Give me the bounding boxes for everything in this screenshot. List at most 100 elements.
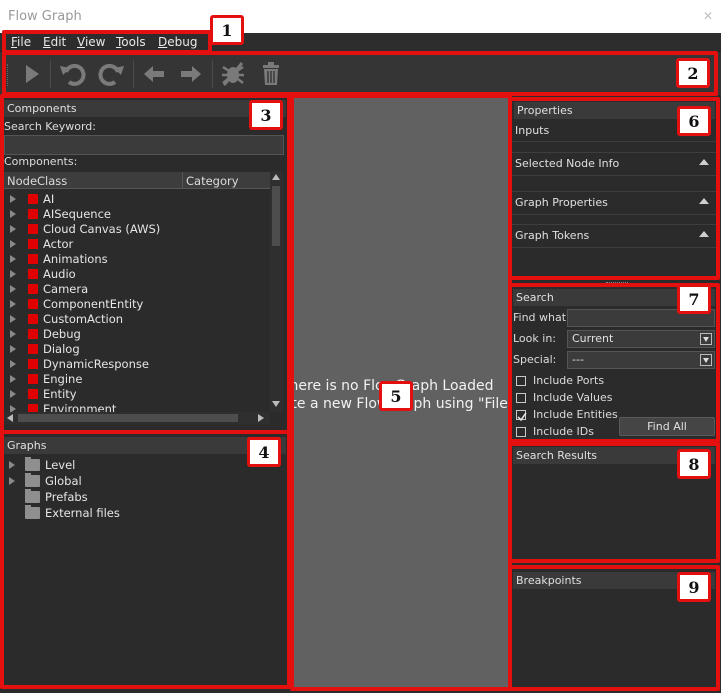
component-item[interactable]: Debug xyxy=(0,327,270,342)
menu-debug[interactable]: Debug xyxy=(158,35,197,49)
find-what-label: Find what: xyxy=(513,311,570,324)
node-category-icon xyxy=(28,314,38,324)
include-option-label[interactable]: Include IDs xyxy=(533,425,594,438)
collapse-icon[interactable] xyxy=(699,198,709,204)
components-vertical-scrollbar[interactable] xyxy=(270,172,283,412)
expand-arrow-icon[interactable] xyxy=(10,405,16,412)
folder-icon xyxy=(25,457,40,471)
include-option-label[interactable]: Include Values xyxy=(533,391,612,404)
special-value: --- xyxy=(572,353,584,366)
graph-item[interactable]: Global xyxy=(0,473,280,489)
toolbar-separator xyxy=(50,60,51,88)
component-item[interactable]: AI xyxy=(0,192,270,207)
scroll-right-icon[interactable] xyxy=(258,414,264,422)
include-option-checkbox[interactable] xyxy=(516,427,526,437)
expand-arrow-icon[interactable] xyxy=(9,461,15,469)
toolbar-grip[interactable] xyxy=(5,64,8,86)
menu-edit[interactable]: Edit xyxy=(43,35,66,49)
expand-arrow-icon[interactable] xyxy=(10,285,16,293)
h-scroll-thumb[interactable] xyxy=(18,414,238,422)
close-icon[interactable]: ✕ xyxy=(703,10,715,22)
include-option-checkbox[interactable] xyxy=(516,393,526,403)
expand-arrow-icon[interactable] xyxy=(10,345,16,353)
find-all-button[interactable]: Find All xyxy=(619,417,715,436)
expand-arrow-icon[interactable] xyxy=(9,477,15,485)
scroll-thumb[interactable] xyxy=(272,186,280,246)
play-icon[interactable] xyxy=(18,61,46,87)
graph-tokens-header[interactable]: Graph Tokens xyxy=(515,229,589,242)
forward-arrow-icon[interactable] xyxy=(177,61,205,87)
component-item[interactable]: Entity xyxy=(0,387,270,402)
expand-arrow-icon[interactable] xyxy=(10,315,16,323)
splitter-handle[interactable] xyxy=(606,282,628,285)
component-item-label: DynamicResponse xyxy=(43,357,149,371)
divider xyxy=(512,175,717,176)
node-category-icon xyxy=(28,344,38,354)
component-item[interactable]: CustomAction xyxy=(0,312,270,327)
expand-arrow-icon[interactable] xyxy=(10,375,16,383)
menu-view[interactable]: View xyxy=(77,35,105,49)
badge-5: 5 xyxy=(379,381,413,411)
component-item[interactable]: Dialog xyxy=(0,342,270,357)
undo-icon[interactable] xyxy=(59,61,87,87)
chevron-down-icon[interactable] xyxy=(700,333,712,345)
scroll-down-icon[interactable] xyxy=(272,401,280,407)
divider xyxy=(512,214,717,215)
debug-bug-icon[interactable] xyxy=(219,61,247,87)
component-item[interactable]: Camera xyxy=(0,282,270,297)
expand-arrow-icon[interactable] xyxy=(10,360,16,368)
component-item[interactable]: Actor xyxy=(0,237,270,252)
include-option-checkbox[interactable] xyxy=(516,410,527,422)
divider xyxy=(512,247,717,248)
collapse-icon[interactable] xyxy=(699,159,709,165)
node-category-icon xyxy=(28,194,38,204)
search-keyword-input[interactable] xyxy=(4,135,284,155)
component-item[interactable]: Animations xyxy=(0,252,270,267)
look-in-select[interactable]: Current xyxy=(567,330,715,348)
special-select[interactable]: --- xyxy=(567,351,715,369)
components-horizontal-scrollbar[interactable] xyxy=(4,412,270,424)
collapse-icon[interactable] xyxy=(699,231,709,237)
expand-arrow-icon[interactable] xyxy=(10,330,16,338)
expand-arrow-icon[interactable] xyxy=(10,225,16,233)
expand-arrow-icon[interactable] xyxy=(10,390,16,398)
selected-node-info-header[interactable]: Selected Node Info xyxy=(515,157,619,170)
expand-arrow-icon[interactable] xyxy=(10,255,16,263)
include-option-label[interactable]: Include Entities xyxy=(533,408,618,421)
component-item[interactable]: DynamicResponse xyxy=(0,357,270,372)
component-item[interactable]: Engine xyxy=(0,372,270,387)
divider xyxy=(512,224,717,225)
column-category[interactable]: Category xyxy=(186,174,239,188)
expand-arrow-icon[interactable] xyxy=(10,195,16,203)
component-item-label: Engine xyxy=(43,372,83,386)
include-option-checkbox[interactable] xyxy=(516,376,526,386)
badge-1: 1 xyxy=(210,15,244,45)
menu-file[interactable]: File xyxy=(11,35,31,49)
chevron-down-icon[interactable] xyxy=(700,354,712,366)
graph-item[interactable]: Prefabs xyxy=(0,489,280,505)
badge-4: 4 xyxy=(247,437,281,467)
redo-icon[interactable] xyxy=(97,61,125,87)
expand-arrow-icon[interactable] xyxy=(10,300,16,308)
component-item-label: Dialog xyxy=(43,342,80,356)
component-item-label: Debug xyxy=(43,327,81,341)
graph-item[interactable]: External files xyxy=(0,505,280,521)
expand-arrow-icon[interactable] xyxy=(10,240,16,248)
component-item[interactable]: Cloud Canvas (AWS) xyxy=(0,222,270,237)
menu-tools[interactable]: Tools xyxy=(116,35,146,49)
component-item[interactable]: AISequence xyxy=(0,207,270,222)
expand-arrow-icon[interactable] xyxy=(10,270,16,278)
expand-arrow-icon[interactable] xyxy=(10,210,16,218)
graph-properties-header[interactable]: Graph Properties xyxy=(515,196,608,209)
graph-item[interactable]: Level xyxy=(0,457,280,473)
back-arrow-icon[interactable] xyxy=(140,61,168,87)
trash-icon[interactable] xyxy=(257,61,285,87)
component-item[interactable]: Environment xyxy=(0,402,270,412)
include-option-label[interactable]: Include Ports xyxy=(533,374,604,387)
component-item[interactable]: Audio xyxy=(0,267,270,282)
scroll-up-icon[interactable] xyxy=(272,174,280,180)
scroll-left-icon[interactable] xyxy=(7,414,13,422)
component-item[interactable]: ComponentEntity xyxy=(0,297,270,312)
badge-2: 2 xyxy=(676,58,710,88)
column-nodeclass[interactable]: NodeClass xyxy=(7,174,67,188)
